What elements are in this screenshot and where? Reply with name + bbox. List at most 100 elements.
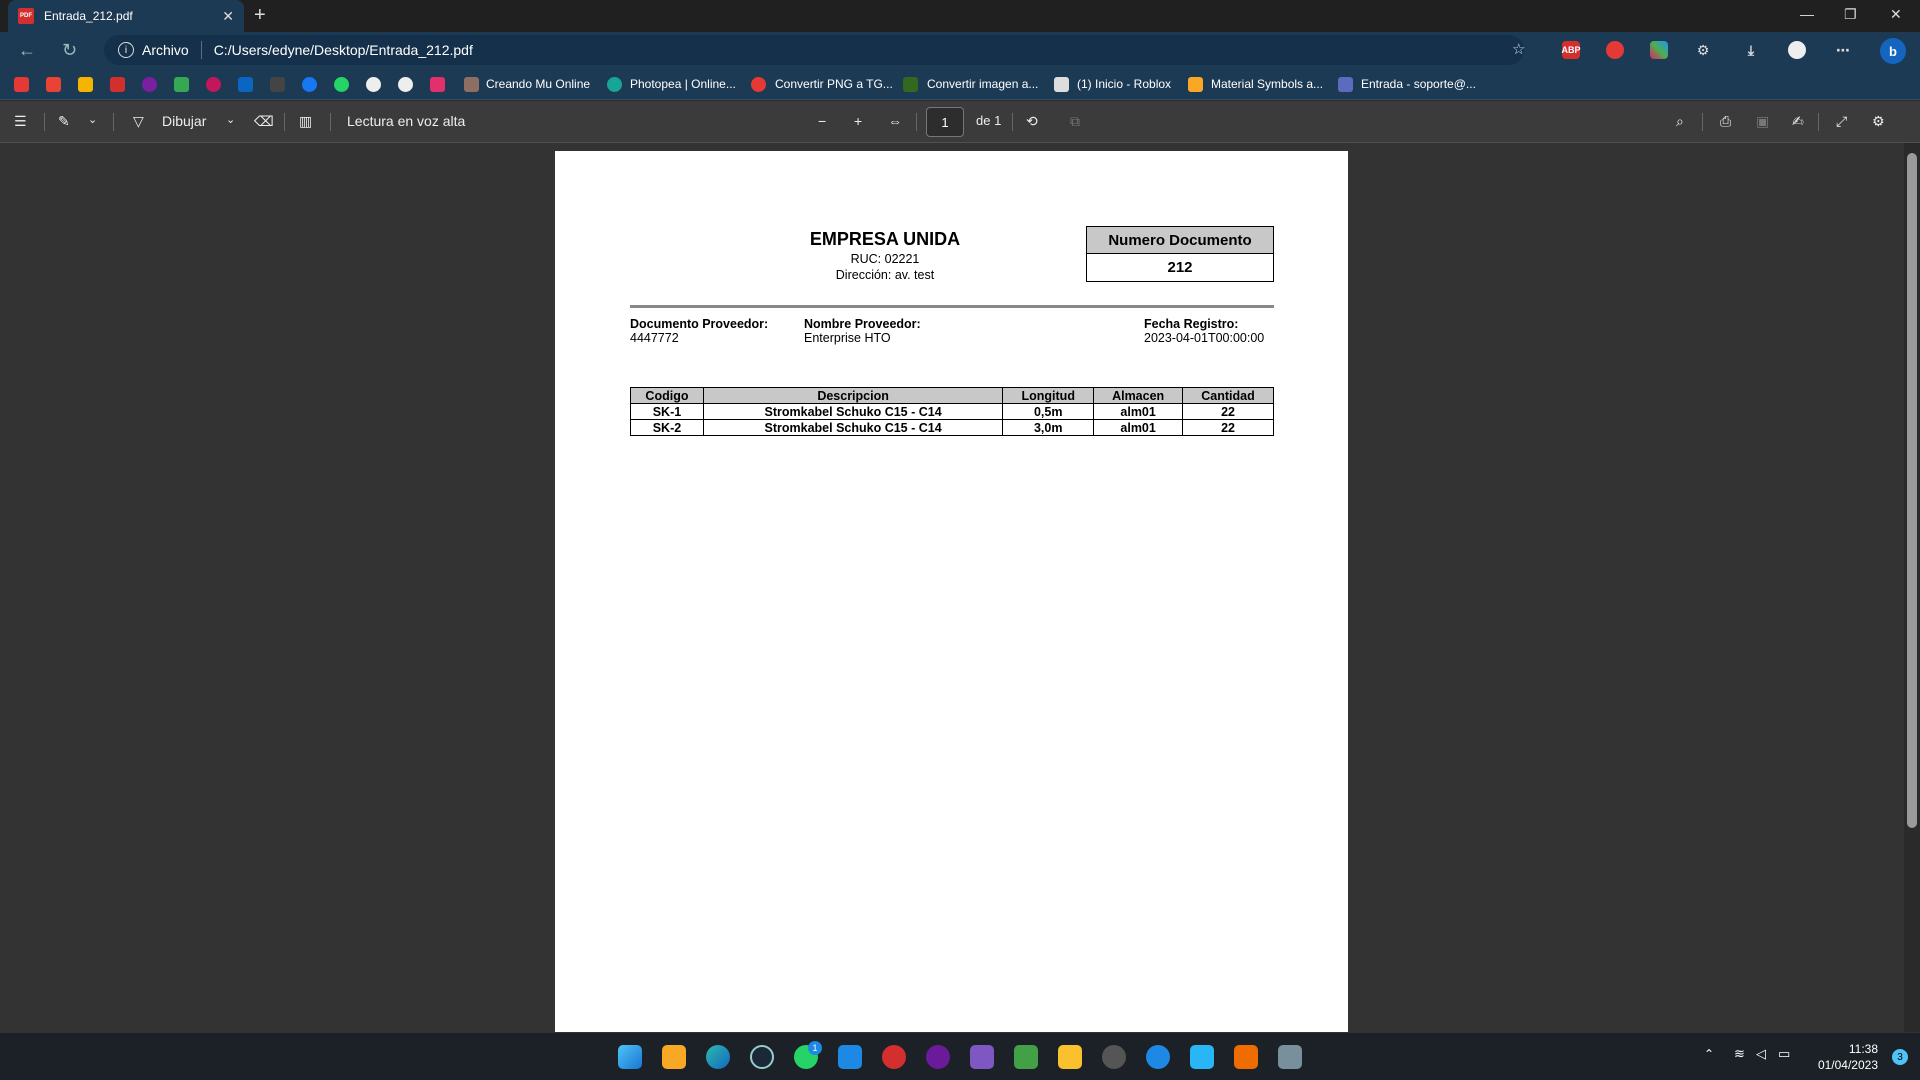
- bookmark-photopea[interactable]: Photopea | Online...: [630, 77, 736, 91]
- flutter-icon[interactable]: [1190, 1045, 1214, 1069]
- favorite-star-icon[interactable]: ☆: [1512, 40, 1525, 58]
- whatsapp-badge: 1: [808, 1041, 822, 1055]
- bookmark-mu-online[interactable]: Creando Mu Online: [486, 77, 590, 91]
- app-icon[interactable]: [1058, 1045, 1082, 1069]
- clock[interactable]: 11:38 01/04/2023: [1818, 1041, 1878, 1073]
- new-tab-icon[interactable]: +: [254, 4, 266, 27]
- linkedin-icon[interactable]: [238, 77, 253, 92]
- info-icon[interactable]: i: [118, 42, 134, 58]
- draw-button[interactable]: Dibujar: [162, 113, 206, 129]
- page-view-icon[interactable]: ▥: [299, 113, 312, 130]
- fullscreen-icon[interactable]: ⤢: [1836, 113, 1847, 130]
- column-header-almacen: Almacen: [1093, 387, 1184, 404]
- visual-studio-icon[interactable]: [970, 1045, 994, 1069]
- minimize-icon[interactable]: —: [1800, 6, 1814, 22]
- gmail-icon[interactable]: [46, 77, 61, 92]
- taskbar: 1 ⌃ ≋ ◁ ▭ 11:38 01/04/2023 3: [0, 1032, 1920, 1080]
- youtube-icon[interactable]: [14, 77, 29, 92]
- fit-width-icon[interactable]: ⇔: [888, 113, 902, 129]
- eraser-icon[interactable]: ⌫: [254, 113, 274, 130]
- app-icon[interactable]: [882, 1045, 906, 1069]
- edge-icon[interactable]: [706, 1045, 730, 1069]
- document-number-header: Numero Documento: [1087, 227, 1273, 254]
- bookmark-convert-image[interactable]: Convertir imagen a...: [927, 77, 1038, 91]
- highlight-icon[interactable]: ✎: [58, 113, 70, 130]
- restore-icon[interactable]: ❐: [1844, 6, 1857, 23]
- scrollbar-thumb[interactable]: [1907, 153, 1917, 828]
- teamviewer-icon[interactable]: [1146, 1045, 1170, 1069]
- chevron-up-icon[interactable]: ⌃: [1704, 1047, 1714, 1061]
- window-close-icon[interactable]: ✕: [1890, 6, 1902, 23]
- app-icon[interactable]: [1278, 1045, 1302, 1069]
- registration-date-label: Fecha Registro:: [1144, 317, 1239, 331]
- zoom-in-icon[interactable]: +: [854, 113, 862, 129]
- vscode-icon[interactable]: [838, 1045, 862, 1069]
- refresh-icon[interactable]: ↻: [62, 40, 77, 61]
- convert-icon: [751, 77, 766, 92]
- bookmark-icon[interactable]: [206, 77, 221, 92]
- instagram-icon[interactable]: [430, 77, 445, 92]
- keep-icon[interactable]: [78, 77, 93, 92]
- rotate-icon[interactable]: ⟲: [1026, 113, 1038, 130]
- more-menu-icon[interactable]: ⋯: [1834, 41, 1852, 59]
- read-aloud-button[interactable]: Lectura en voz alta: [347, 113, 465, 129]
- company-header: EMPRESA UNIDA RUC: 02221 Dirección: av. …: [735, 229, 1035, 282]
- steam-icon[interactable]: [750, 1045, 774, 1069]
- bookmark-material-symbols[interactable]: Material Symbols a...: [1211, 77, 1323, 91]
- download-icon[interactable]: ⤓: [1742, 41, 1760, 59]
- wifi-icon[interactable]: ≋: [1734, 1046, 1745, 1062]
- close-tab-icon[interactable]: ✕: [222, 8, 234, 25]
- contents-icon[interactable]: ☰: [14, 113, 27, 130]
- settings-gear-icon[interactable]: ⚙: [1872, 113, 1885, 130]
- photopea-icon: [607, 77, 622, 92]
- cell-almacen: alm01: [1093, 419, 1184, 436]
- material-symbols-icon: [1188, 77, 1203, 92]
- color-extension-icon[interactable]: [1650, 41, 1668, 59]
- chevron-down-icon[interactable]: ⌄: [226, 113, 235, 126]
- sublime-icon[interactable]: [1234, 1045, 1258, 1069]
- battery-icon[interactable]: ▭: [1778, 1046, 1790, 1062]
- adblock-extension-icon[interactable]: ABP: [1562, 41, 1581, 59]
- bookmark-convert-png[interactable]: Convertir PNG a TG...: [775, 77, 893, 91]
- whatsapp-icon[interactable]: [334, 77, 349, 92]
- back-icon[interactable]: ←: [18, 40, 36, 61]
- github-icon[interactable]: [398, 77, 413, 92]
- print-icon[interactable]: ⎙: [1720, 113, 1731, 130]
- two-page-icon[interactable]: ⧉: [1070, 113, 1080, 130]
- tab-bar: PDF Entrada_212.pdf ✕ + — ❐ ✕: [0, 0, 1920, 32]
- draw-icon[interactable]: ▽: [133, 113, 144, 130]
- chevron-down-icon[interactable]: ⌄: [88, 113, 97, 126]
- obs-icon[interactable]: [1102, 1045, 1126, 1069]
- browser-tab[interactable]: PDF Entrada_212.pdf ✕: [8, 0, 244, 32]
- bing-icon[interactable]: b: [1880, 38, 1906, 64]
- drive-icon[interactable]: [174, 77, 189, 92]
- save-as-icon[interactable]: ✍: [1792, 113, 1804, 130]
- bookmarks-bar: Creando Mu Online Photopea | Online... C…: [0, 68, 1920, 100]
- bookmark-icon[interactable]: [270, 77, 285, 92]
- notification-badge[interactable]: 3: [1892, 1049, 1908, 1065]
- convert-image-icon: [903, 77, 918, 92]
- facebook-icon[interactable]: [302, 77, 317, 92]
- bookmark-icon[interactable]: [142, 77, 157, 92]
- url-text[interactable]: C:/Users/edyne/Desktop/Entrada_212.pdf: [214, 42, 473, 58]
- start-icon[interactable]: [618, 1045, 642, 1069]
- volume-icon[interactable]: ◁: [1756, 1046, 1766, 1062]
- bookmark-roblox[interactable]: (1) Inicio - Roblox: [1077, 77, 1171, 91]
- cell-codigo: SK-1: [630, 403, 704, 420]
- address-bar[interactable]: i Archivo C:/Users/edyne/Desktop/Entrada…: [104, 35, 1524, 65]
- extensions-icon[interactable]: ⚙: [1694, 41, 1712, 59]
- github-desktop-icon[interactable]: [926, 1045, 950, 1069]
- bookmark-entrada-soporte[interactable]: Entrada - soporte@...: [1361, 77, 1476, 91]
- extension-icon[interactable]: [1606, 41, 1624, 59]
- page-number-input[interactable]: 1: [926, 107, 964, 137]
- app-icon[interactable]: [1014, 1045, 1038, 1069]
- github-icon[interactable]: [366, 77, 381, 92]
- cell-longitud: 3,0m: [1002, 419, 1095, 436]
- bookmark-icon[interactable]: [110, 77, 125, 92]
- save-icon[interactable]: ▣: [1756, 113, 1769, 130]
- roblox-icon: [1054, 77, 1069, 92]
- profile-avatar[interactable]: [1788, 41, 1806, 59]
- zoom-out-icon[interactable]: −: [818, 113, 826, 129]
- search-icon[interactable]: ⌕: [1676, 113, 1684, 130]
- file-explorer-icon[interactable]: [662, 1045, 686, 1069]
